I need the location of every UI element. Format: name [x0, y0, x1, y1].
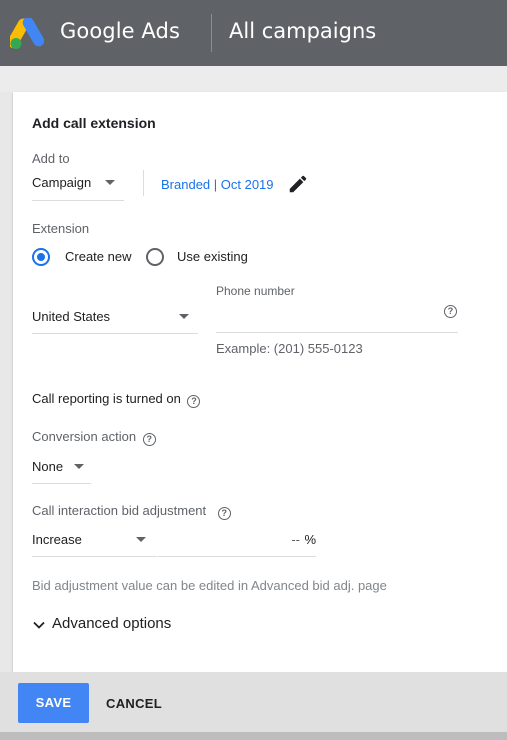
conversion-action-value: None [32, 459, 64, 474]
radio-create-new-label: Create new [65, 249, 132, 264]
bid-value: -- [291, 532, 300, 547]
phone-underline [216, 332, 458, 333]
bid-direction-underline [32, 556, 157, 557]
subheader-strip [0, 66, 507, 92]
help-icon[interactable]: ? [142, 433, 156, 446]
radio-use-existing-label: Use existing [177, 249, 248, 264]
bid-adjustment-label: Call interaction bid adjustment ? [32, 503, 231, 520]
call-extension-card: Add call extension Add to Campaign Brand… [13, 92, 507, 672]
brand-name: Google Ads [60, 19, 180, 43]
page-title: All campaigns [229, 19, 377, 43]
bottom-strip [0, 732, 507, 740]
radio-use-existing[interactable]: Use existing [146, 248, 248, 268]
edit-pencil-icon[interactable] [287, 173, 309, 195]
bid-unit: % [304, 532, 316, 547]
help-icon[interactable]: ? [217, 507, 231, 520]
header-divider [211, 14, 212, 52]
conversion-underline [32, 483, 91, 484]
conversion-action-dropdown[interactable]: None [32, 458, 91, 480]
bid-value-input[interactable]: -- % [158, 531, 316, 553]
conversion-action-text: Conversion action [32, 429, 137, 444]
bid-direction-value: Increase [32, 532, 82, 547]
add-to-underline [32, 200, 124, 201]
add-to-value: Campaign [32, 175, 92, 190]
bid-adjustment-text: Call interaction bid adjustment [32, 503, 207, 518]
help-icon[interactable]: ? [444, 305, 457, 318]
country-dropdown[interactable]: United States [32, 308, 198, 330]
radio-unselected-icon [146, 248, 164, 266]
conversion-action-label: Conversion action ? [32, 429, 156, 446]
call-reporting-label: Call reporting is turned on [32, 391, 181, 406]
help-icon[interactable]: ? [187, 395, 201, 408]
extension-label: Extension [32, 221, 90, 236]
call-reporting-text: Call reporting is turned on ? [32, 391, 201, 408]
google-ads-logo-icon[interactable] [10, 18, 44, 50]
radio-selected-icon [32, 248, 50, 266]
cancel-button[interactable]: CANCEL [106, 696, 162, 711]
advanced-options-label: Advanced options [52, 615, 172, 632]
campaign-link[interactable]: Branded | Oct 2019 [161, 177, 274, 192]
radio-create-new[interactable]: Create new [32, 248, 131, 268]
phone-example-hint: Example: (201) 555-0123 [216, 341, 363, 356]
chevron-down-icon [136, 537, 146, 542]
country-underline [32, 333, 198, 334]
chevron-down-icon [74, 464, 84, 469]
bid-value-underline [158, 556, 316, 557]
chevron-down-icon [105, 180, 115, 185]
top-app-bar: Google Ads All campaigns [0, 0, 507, 66]
add-to-label: Add to [32, 151, 70, 166]
chevron-down-icon [179, 314, 189, 319]
add-to-dropdown[interactable]: Campaign [32, 174, 124, 200]
card-title: Add call extension [32, 115, 156, 131]
chevron-down-icon [33, 621, 45, 629]
bid-adjustment-note: Bid adjustment value can be edited in Ad… [32, 578, 387, 593]
bid-direction-dropdown[interactable]: Increase [32, 531, 157, 553]
phone-number-input[interactable] [216, 304, 458, 330]
phone-number-label: Phone number [216, 284, 295, 298]
add-to-separator [143, 170, 144, 196]
save-button[interactable]: SAVE [18, 683, 89, 723]
country-value: United States [32, 309, 111, 324]
